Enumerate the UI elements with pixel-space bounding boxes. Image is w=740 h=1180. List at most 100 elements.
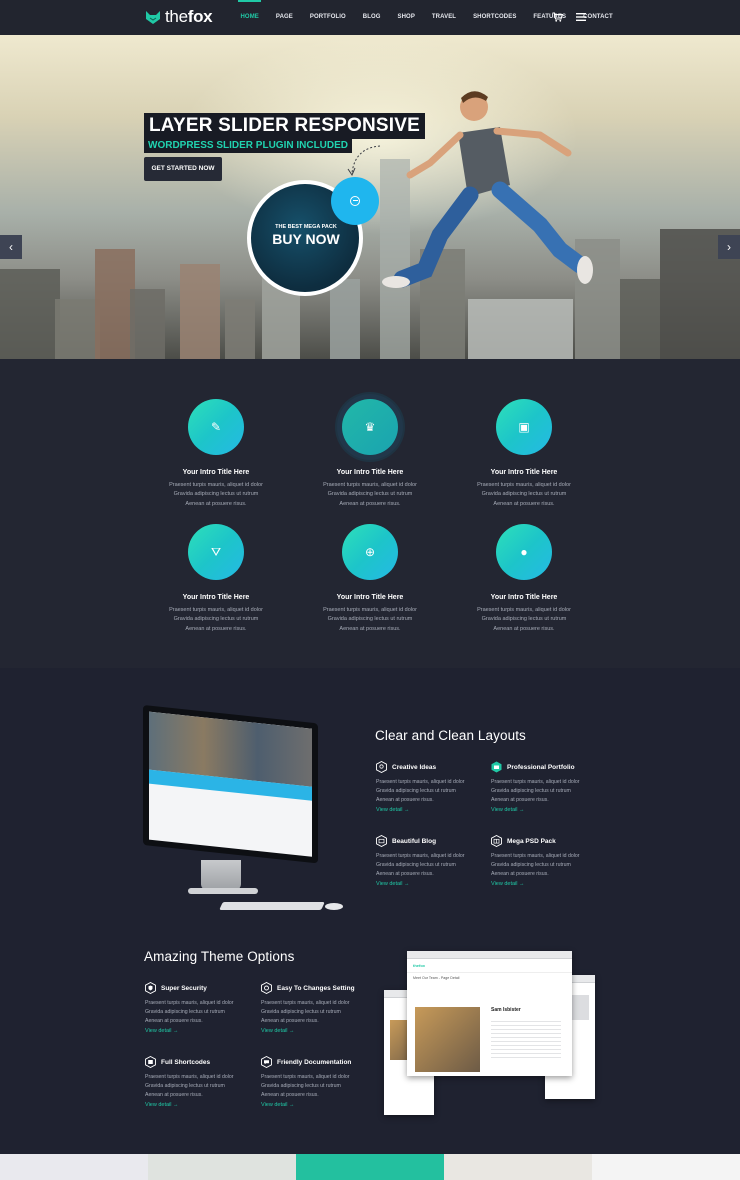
layout-feature: Beautiful Blog Praesent turpis mauris, a… — [376, 835, 494, 887]
layouts-title: Clear and Clean Layouts — [375, 728, 526, 743]
features-section: ✎ Your Intro Title Here Praesent turpis … — [0, 359, 740, 668]
menu-item-home[interactable]: HOME — [232, 0, 267, 35]
feature-title: Your Intro Title Here — [490, 594, 558, 601]
monitor-screen — [143, 705, 318, 864]
menu-item-shortcodes[interactable]: SHORTCODES — [465, 0, 525, 35]
feature-title: Your Intro Title Here — [182, 594, 250, 601]
bulb-icon — [376, 761, 387, 773]
mockup-person-name: Sam Isbister — [491, 1007, 521, 1013]
feature-text: Praesent turpis mauris, aliquet id dolor… — [477, 482, 571, 507]
bottom-strip-tile — [0, 1154, 148, 1180]
item-title: Super Security — [161, 984, 207, 992]
mockup-page-label: Meet Our Team - Page Detail — [413, 976, 460, 980]
item-title: Friendly Documentation — [277, 1058, 352, 1066]
feature-title: Your Intro Title Here — [336, 594, 404, 601]
keyboard-image — [219, 902, 325, 910]
hero-title: LAYER SLIDER RESPONSIVE — [144, 113, 426, 139]
feature-icon-circle: ⊕ — [342, 524, 398, 580]
option-feature: Friendly Documentation Praesent turpis m… — [261, 1056, 379, 1108]
bottom-strip-tile — [296, 1154, 444, 1180]
item-text: Praesent turpis mauris, aliquet id dolor… — [261, 1000, 350, 1025]
option-feature: Super Security Praesent turpis mauris, a… — [145, 982, 263, 1034]
shield-icon — [145, 982, 156, 994]
feature-icon-circle: ✎ — [188, 399, 244, 455]
item-title: Professional Portfolio — [507, 763, 575, 771]
feature-card: ⛛ Your Intro Title Here Praesent turpis … — [139, 524, 293, 634]
top-navigation-bar: thefox HOME PAGE PORTFOLIO BLOG SHOP TRA… — [0, 0, 740, 35]
feature-title: Your Intro Title Here — [182, 469, 250, 476]
bottom-strip-tile — [148, 1154, 296, 1180]
brand-logo[interactable]: thefox — [145, 7, 213, 27]
mockup-text-lines — [491, 1021, 561, 1061]
menu-item-blog[interactable]: BLOG — [354, 0, 389, 35]
menu-item-features[interactable]: FEATURES — [525, 0, 575, 35]
feature-icon-circle: ♛ — [342, 399, 398, 455]
item-title: Mega PSD Pack — [507, 837, 556, 845]
gear-icon — [261, 982, 272, 994]
feature-text: Praesent turpis mauris, aliquet id dolor… — [169, 607, 263, 632]
buy-now-label[interactable]: BUY NOW — [252, 231, 360, 247]
crown-icon: ♛ — [364, 420, 376, 434]
bottom-strip-tile — [444, 1154, 592, 1180]
theme-options-title: Amazing Theme Options — [144, 949, 295, 964]
fox-logo-icon — [146, 11, 160, 24]
hero-subtitle: WORDPRESS SLIDER PLUGIN INCLUDED — [144, 138, 353, 153]
get-started-button[interactable]: GET STARTED NOW — [144, 157, 222, 181]
basket-icon: ⛛ — [210, 545, 222, 559]
menu-item-page[interactable]: PAGE — [267, 0, 301, 35]
badge-caption: THE BEST MEGA PACK — [275, 224, 337, 230]
feature-text: Praesent turpis mauris, aliquet id dolor… — [169, 482, 263, 507]
feature-text: Praesent turpis mauris, aliquet id dolor… — [323, 607, 417, 632]
slider-prev-button[interactable]: ‹ — [0, 235, 22, 259]
pencil-ruler-icon: ✎ — [210, 420, 222, 434]
feature-title: Your Intro Title Here — [490, 469, 558, 476]
code-icon — [145, 1056, 156, 1068]
menu-item-portfolio[interactable]: PORTFOLIO — [301, 0, 354, 35]
feature-card: ⊕ Your Intro Title Here Praesent turpis … — [293, 524, 447, 634]
menu-item-shop[interactable]: SHOP — [389, 0, 423, 35]
feature-text: Praesent turpis mauris, aliquet id dolor… — [323, 482, 417, 507]
mockup-titlebar — [407, 951, 572, 959]
view-detail-link[interactable]: View detail → — [491, 807, 609, 813]
lifebuoy-icon: ⊕ — [364, 545, 376, 559]
view-detail-link[interactable]: View detail → — [261, 1102, 379, 1108]
browser-mockup-front: thefox Meet Our Team - Page Detail Sam I… — [407, 951, 572, 1076]
chat-icon — [261, 1056, 272, 1068]
archive-box-icon: ▣ — [518, 420, 530, 434]
view-detail-link[interactable]: View detail → — [145, 1102, 263, 1108]
feature-card: ♛ Your Intro Title Here Praesent turpis … — [293, 399, 447, 509]
mockup-person-photo — [415, 1007, 480, 1072]
slider-next-button[interactable]: › — [718, 235, 740, 259]
menu-item-travel[interactable]: TRAVEL — [423, 0, 464, 35]
mockup-brand: thefox — [413, 963, 425, 968]
brand-name: thefox — [165, 7, 213, 26]
cart-icon[interactable] — [552, 12, 563, 22]
view-detail-link[interactable]: View detail → — [376, 881, 494, 887]
monitor-screen-content — [149, 711, 312, 857]
item-title: Creative Ideas — [392, 763, 437, 771]
item-text: Praesent turpis mauris, aliquet id dolor… — [376, 779, 465, 804]
feature-card: ✎ Your Intro Title Here Praesent turpis … — [139, 399, 293, 509]
item-text: Praesent turpis mauris, aliquet id dolor… — [145, 1000, 234, 1025]
hamburger-menu-icon[interactable] — [576, 13, 586, 21]
option-feature: Easy To Changes Setting Praesent turpis … — [261, 982, 379, 1034]
layout-feature: Professional Portfolio Praesent turpis m… — [491, 761, 609, 813]
view-detail-link[interactable]: View detail → — [491, 881, 609, 887]
feature-icon-circle: ▣ — [496, 399, 552, 455]
item-text: Praesent turpis mauris, aliquet id dolor… — [491, 853, 580, 878]
feature-icon-circle: ⛛ — [188, 524, 244, 580]
imac-mockup — [143, 705, 318, 894]
bottom-strip-tile — [592, 1154, 740, 1180]
feature-title: Your Intro Title Here — [336, 469, 404, 476]
minus-circle-icon — [350, 196, 360, 206]
item-text: Praesent turpis mauris, aliquet id dolor… — [491, 779, 580, 804]
mockup-nav: thefox — [407, 959, 572, 973]
feature-card: ▣ Your Intro Title Here Praesent turpis … — [447, 399, 601, 509]
view-detail-link[interactable]: View detail → — [261, 1028, 379, 1034]
feature-text: Praesent turpis mauris, aliquet id dolor… — [477, 607, 571, 632]
item-title: Easy To Changes Setting — [277, 984, 355, 992]
view-detail-link[interactable]: View detail → — [145, 1028, 263, 1034]
view-detail-link[interactable]: View detail → — [376, 807, 494, 813]
monitor-base — [188, 888, 258, 894]
item-text: Praesent turpis mauris, aliquet id dolor… — [145, 1074, 234, 1099]
